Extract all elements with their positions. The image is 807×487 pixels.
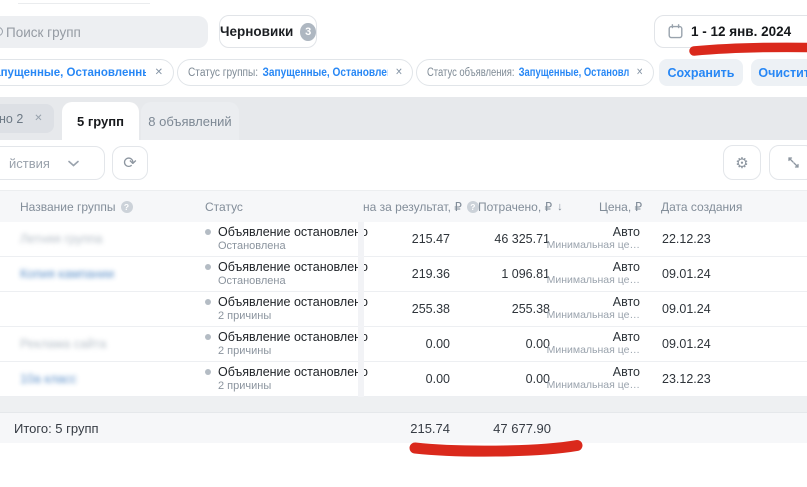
chip-value: Запущенные, Остановленные: [519, 67, 629, 79]
sort-descending-icon: ↓: [557, 201, 563, 213]
search-input[interactable]: [0, 16, 208, 48]
chip-value: Запущенные, Остановленные: [263, 67, 388, 79]
table-row[interactable]: Копия кампании Объявление остановлено Ос…: [0, 257, 807, 292]
filter-chip-campaign-status[interactable]: Запущенные, Остановленные ✕: [0, 59, 174, 86]
totals-row: Итого: 5 групп 215.74 47 677.90: [0, 412, 807, 443]
chip-value: Запущенные, Остановленные: [0, 67, 146, 79]
column-header-cost-per-result[interactable]: на за результат, ₽ ?: [363, 200, 479, 214]
calendar-icon: [668, 24, 683, 39]
tab-selected-label: но 2: [0, 112, 23, 126]
spent-value: 255.38: [512, 302, 550, 316]
date-range-picker[interactable]: 1 - 12 янв. 2024: [654, 15, 807, 48]
save-filters-button[interactable]: Сохранить: [659, 59, 743, 86]
status-cell: Объявление остановлено Остановлена: [205, 260, 368, 287]
cost-per-result-value: 219.36: [412, 267, 450, 281]
price-cell: Авто Минимальная це…: [547, 260, 640, 286]
drafts-button[interactable]: Черновики 3: [219, 15, 317, 48]
top-divider: [18, 3, 150, 4]
close-icon[interactable]: ✕: [633, 67, 643, 78]
cost-per-result-value: 0.00: [426, 337, 450, 351]
tab-selected-items[interactable]: но 2 ✕: [0, 104, 54, 133]
help-icon[interactable]: ?: [121, 201, 133, 213]
created-date: 23.12.23: [662, 372, 711, 386]
table-row[interactable]: Объявление остановлено 2 причины 255.38 …: [0, 292, 807, 327]
export-button[interactable]: [769, 145, 807, 180]
resize-arrows-icon: [787, 156, 800, 169]
group-name-link[interactable]: 10а класс: [20, 372, 77, 386]
drafts-count-badge: 3: [300, 23, 316, 41]
clear-filters-button[interactable]: Очистить: [751, 59, 807, 86]
close-icon[interactable]: ✕: [392, 67, 403, 78]
horizontal-scrollbar[interactable]: ▶: [0, 397, 807, 412]
group-name-link[interactable]: Копия кампании: [20, 267, 114, 281]
status-dot-icon: [205, 369, 211, 375]
refresh-icon: ⟳: [123, 153, 136, 173]
search-field[interactable]: [6, 25, 208, 40]
refresh-button[interactable]: ⟳: [112, 146, 148, 180]
chevron-down-icon: [68, 160, 79, 167]
table-row[interactable]: Реклама сайта Объявление остановлено 2 п…: [0, 327, 807, 362]
created-date: 22.12.23: [662, 232, 711, 246]
cost-per-result-value: 0.00: [426, 372, 450, 386]
status-dot-icon: [205, 299, 211, 305]
column-header-status: Статус: [205, 200, 243, 214]
table-settings-button[interactable]: ⚙: [723, 145, 761, 180]
drafts-label: Черновики: [220, 24, 293, 39]
totals-spent: 47 677.90: [493, 421, 551, 436]
status-cell: Объявление остановлено 2 причины: [205, 365, 368, 392]
column-header-name: Название группы ?: [20, 200, 133, 214]
totals-cost-per-result: 215.74: [410, 421, 450, 436]
tab-ads[interactable]: 8 объявлений: [141, 102, 239, 140]
tab-groups[interactable]: 5 групп: [62, 102, 139, 140]
group-name-link[interactable]: Летняя группа: [20, 232, 103, 246]
price-cell: Авто Минимальная це…: [547, 295, 640, 321]
created-date: 09.01.24: [662, 337, 711, 351]
group-name-link[interactable]: Реклама сайта: [20, 337, 106, 351]
date-range-label: 1 - 12 янв. 2024: [691, 24, 791, 39]
status-dot-icon: [205, 229, 211, 235]
cost-per-result-value: 255.38: [412, 302, 450, 316]
table-row[interactable]: Летняя группа Объявление остановлено Ост…: [0, 222, 807, 257]
search-icon: [0, 27, 3, 36]
close-icon[interactable]: ✕: [30, 113, 42, 124]
cost-per-result-value: 215.47: [412, 232, 450, 246]
table-row[interactable]: 10а класс Объявление остановлено 2 причи…: [0, 362, 807, 397]
actions-label: йствия: [9, 156, 50, 171]
spent-value: 46 325.71: [494, 232, 550, 246]
frozen-column-divider: [358, 222, 364, 397]
status-dot-icon: [205, 264, 211, 270]
created-date: 09.01.24: [662, 302, 711, 316]
price-cell: Авто Минимальная це…: [547, 330, 640, 356]
chip-prefix: Статус объявления:: [427, 67, 515, 79]
totals-label: Итого: 5 групп: [14, 421, 99, 436]
created-date: 09.01.24: [662, 267, 711, 281]
table-header: Название группы ? Статус на за результат…: [0, 190, 807, 222]
status-cell: Объявление остановлено 2 причины: [205, 330, 368, 357]
chip-prefix: Статус группы:: [188, 67, 258, 79]
column-header-price[interactable]: Цена, ₽: [599, 200, 642, 214]
ads-manager-screen: Черновики 3 1 - 12 янв. 2024 Запущенные,…: [0, 0, 807, 487]
status-cell: Объявление остановлено Остановлена: [205, 225, 368, 252]
filter-chip-group-status[interactable]: Статус группы: Запущенные, Остановленные…: [177, 59, 413, 86]
spent-value: 1 096.81: [501, 267, 550, 281]
column-header-spent[interactable]: Потрачено, ₽ ↓: [478, 200, 563, 214]
filter-chip-ad-status[interactable]: Статус объявления: Запущенные, Остановле…: [416, 59, 654, 86]
status-cell: Объявление остановлено 2 причины: [205, 295, 368, 322]
price-cell: Авто Минимальная це…: [547, 365, 640, 391]
actions-dropdown[interactable]: йствия: [0, 146, 105, 180]
close-icon[interactable]: ✕: [151, 67, 163, 78]
status-dot-icon: [205, 334, 211, 340]
gear-icon: ⚙: [735, 154, 748, 172]
price-cell: Авто Минимальная це…: [547, 225, 640, 251]
column-header-created[interactable]: Дата создания: [661, 200, 742, 214]
